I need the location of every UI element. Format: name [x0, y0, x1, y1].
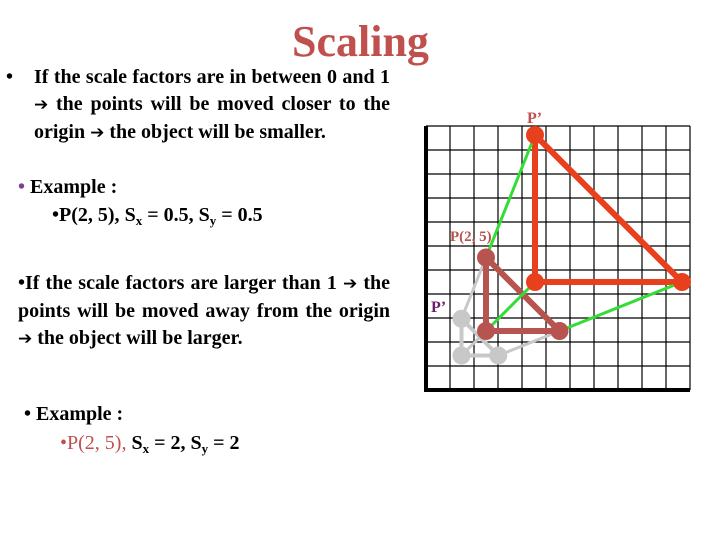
scale-up-connector: [484, 280, 537, 333]
scaled-up-triangle: [532, 132, 685, 285]
scaled-down-point-label: P’: [431, 299, 446, 316]
original-vertex: [477, 322, 495, 340]
scaling-diagram: P’ P(2, 5) P’: [424, 110, 691, 392]
scaled-up-vertex: [673, 273, 691, 291]
scale-up-connector: [484, 134, 537, 259]
scaled-up-point-label: P’: [527, 110, 542, 127]
scaled-down-vertex: [452, 346, 471, 365]
original-vertex: [550, 322, 569, 340]
scale-up-connector: [558, 280, 683, 333]
original-vertex: [477, 248, 495, 267]
original-point-label: P(2, 5): [450, 229, 492, 245]
scaled-down-vertex: [489, 346, 508, 365]
scaled-down-vertex: [452, 309, 471, 328]
scaled-up-vertex: [526, 126, 544, 144]
scaled-up-vertex: [526, 273, 544, 291]
scale-down-connector: [497, 329, 561, 357]
